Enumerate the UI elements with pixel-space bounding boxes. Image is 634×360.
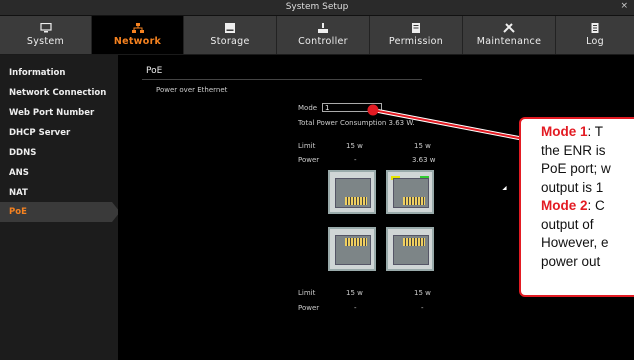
callout-dot bbox=[367, 104, 379, 116]
callout-line-6: output of bbox=[541, 216, 594, 232]
mode2-title: Mode 2 bbox=[541, 198, 588, 213]
callout-line-8: power out bbox=[541, 253, 601, 269]
callout-line-3: PoE port; w bbox=[541, 161, 611, 176]
annotation-callout: Mode 1: T the ENR is PoE port; w output … bbox=[519, 117, 634, 297]
callout-line-4: output is 1 bbox=[541, 179, 604, 195]
callout-line-2: the ENR is bbox=[541, 142, 606, 158]
mode2-text: : C bbox=[587, 198, 605, 213]
callout-line-7: However, e bbox=[541, 235, 609, 250]
mode1-title: Mode 1 bbox=[541, 124, 588, 139]
mode1-text: : T bbox=[587, 124, 604, 139]
